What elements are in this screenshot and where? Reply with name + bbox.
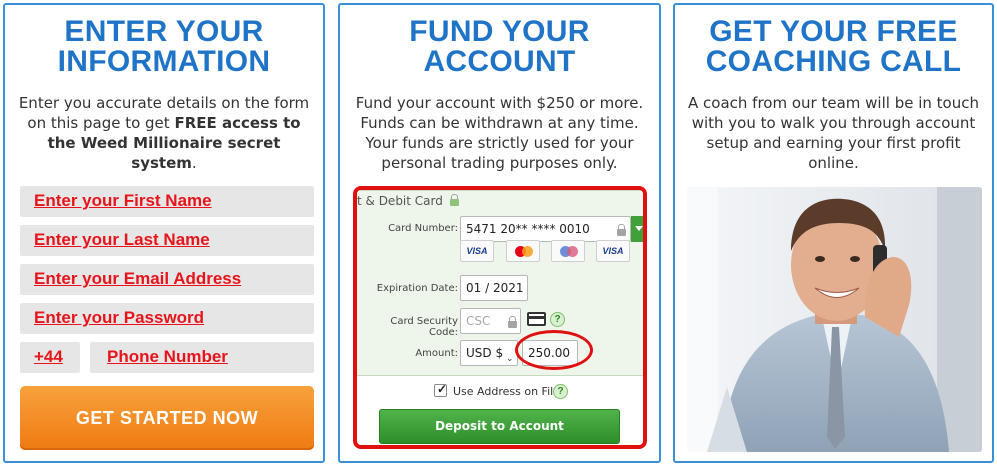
expiration-label: Expiration Date: (376, 283, 458, 294)
info-panel-title: ENTER YOUR INFORMATION (5, 17, 323, 77)
phone-code-value: +44 (34, 347, 63, 366)
coach-photo (687, 187, 982, 452)
card-number-input[interactable]: 5471 20** **** 0010 (460, 216, 631, 242)
chevron-down-icon (635, 226, 643, 231)
card-form: t & Debit Card Card Number: 5471 20** **… (357, 190, 643, 376)
coaching-panel: GET YOUR FREE COACHING CALL A coach from… (673, 3, 994, 463)
header-lock-icon (449, 194, 460, 206)
visa-logo: VISA (460, 240, 494, 262)
amount-label: Amount: (415, 348, 458, 359)
first-name-placeholder: Enter your First Name (34, 191, 212, 210)
use-address-label: Use Address on File (453, 385, 560, 398)
currency-value: USD $ (466, 346, 504, 360)
coaching-panel-title: GET YOUR FREE COACHING CALL (675, 17, 992, 77)
mastercard-logo (506, 240, 540, 262)
last-name-placeholder: Enter your Last Name (34, 230, 210, 249)
info-desc-end: . (191, 154, 197, 172)
email-field[interactable]: Enter your Email Address (20, 264, 314, 295)
checkmark-icon: ✓ (437, 382, 448, 396)
card-number-value: 5471 20** **** 0010 (466, 222, 590, 236)
info-panel: ENTER YOUR INFORMATION Enter you accurat… (3, 3, 325, 463)
visa-electron-logo: VISA (596, 240, 630, 262)
first-name-field[interactable]: Enter your First Name (20, 186, 314, 217)
coaching-panel-description: A coach from our team will be in touch w… (688, 94, 979, 172)
coaching-title-line1: GET YOUR FREE (709, 15, 958, 48)
fund-panel-description: Fund your account with $250 or more. Fun… (355, 94, 644, 172)
use-address-checkbox[interactable]: ✓ (434, 382, 448, 397)
coaching-title-line2: COACHING CALL (705, 45, 962, 78)
password-field[interactable]: Enter your Password (20, 303, 314, 334)
fund-title-line2: ACCOUNT (423, 45, 576, 78)
maestro-logo (551, 240, 585, 262)
info-title-line1: ENTER YOUR (64, 15, 264, 48)
phone-number-field[interactable]: Phone Number (90, 342, 314, 373)
currency-select[interactable]: USD $ ⌄ (460, 340, 518, 366)
csc-placeholder: CSC (466, 314, 491, 328)
card-type-dropdown[interactable] (631, 216, 643, 242)
card-form-header: t & Debit Card (357, 194, 460, 208)
csc-input[interactable]: CSC (460, 308, 521, 334)
email-placeholder: Enter your Email Address (34, 269, 242, 288)
phone-code-field[interactable]: +44 (20, 342, 80, 373)
password-placeholder: Enter your Password (34, 308, 205, 327)
card-form-header-text: t & Debit Card (357, 194, 443, 208)
fund-title-line1: FUND YOUR (409, 15, 590, 48)
chevron-down-icon: ⌄ (506, 354, 514, 364)
card-number-lock-icon (617, 224, 626, 236)
fund-panel-title: FUND YOUR ACCOUNT (340, 17, 659, 77)
expiration-input[interactable]: 01 / 2021 (460, 275, 528, 301)
deposit-button[interactable]: Deposit to Account (379, 409, 620, 444)
csc-help-icon[interactable]: ? (550, 312, 565, 327)
csc-lock-icon (508, 316, 517, 328)
last-name-field[interactable]: Enter your Last Name (20, 225, 314, 256)
phone-number-placeholder: Phone Number (107, 347, 228, 366)
csc-label: Card Security Code: (390, 316, 458, 338)
fund-panel: FUND YOUR ACCOUNT Fund your account with… (338, 3, 661, 463)
use-address-help-icon[interactable]: ? (553, 384, 568, 399)
card-number-label: Card Number: (388, 223, 458, 234)
info-title-line2: INFORMATION (57, 45, 271, 78)
info-panel-description: Enter you accurate details on the form o… (13, 93, 315, 173)
amount-highlight-circle (515, 330, 593, 370)
card-back-icon (527, 312, 546, 326)
payment-widget: t & Debit Card Card Number: 5471 20** **… (353, 186, 647, 449)
coach-on-phone-illustration (687, 187, 982, 452)
get-started-button[interactable]: GET STARTED NOW (20, 386, 314, 450)
